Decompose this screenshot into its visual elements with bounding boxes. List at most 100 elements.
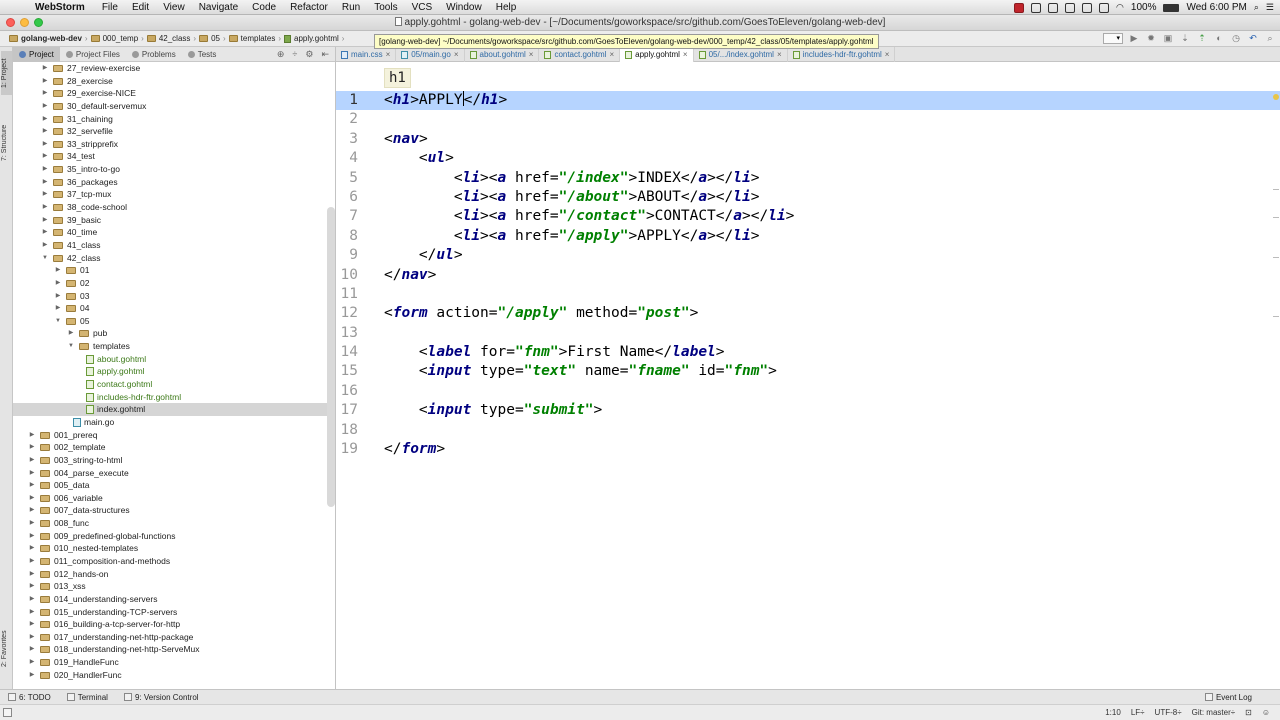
menu-navigate[interactable]: Navigate — [192, 0, 245, 15]
tree-folder[interactable]: ▶ 016_building-a-tcp-server-for-http — [13, 618, 327, 631]
code-line[interactable]: 7 <li><a href="/contact">CONTACT</a></li… — [336, 207, 1280, 226]
tree-folder[interactable]: ▶ pub — [13, 327, 327, 340]
tree-folder[interactable]: ▶ 003_string-to-html — [13, 454, 327, 467]
coverage-icon[interactable]: ▣ — [1162, 32, 1174, 44]
warning-marker[interactable] — [1273, 94, 1279, 100]
bluetooth-icon[interactable] — [1099, 2, 1110, 13]
collapse-icon[interactable]: ÷ — [292, 49, 297, 60]
tree-folder[interactable]: ▶ 011_composition-and-methods — [13, 555, 327, 568]
code-line[interactable]: 11 — [336, 285, 1280, 304]
close-icon[interactable]: × — [609, 47, 614, 62]
tree-folder[interactable]: ▶ 020_HandlerFunc — [13, 669, 327, 682]
expand-arrow-right-icon[interactable]: ▶ — [28, 517, 36, 530]
expand-arrow-right-icon[interactable]: ▶ — [41, 201, 49, 214]
tree-folder[interactable]: ▶ 018_understanding-net-http-ServeMux — [13, 643, 327, 656]
close-icon[interactable]: × — [529, 47, 534, 62]
menu-window[interactable]: Window — [439, 0, 489, 15]
expand-arrow-right-icon[interactable]: ▶ — [28, 479, 36, 492]
tree-folder[interactable]: ▶ 34_test — [13, 150, 327, 163]
expand-arrow-right-icon[interactable]: ▶ — [28, 618, 36, 631]
editor-tab-about-gohtml[interactable]: about.gohtml × — [465, 47, 540, 62]
tool-tab-todo[interactable]: 6: TODO — [0, 693, 59, 702]
code-text[interactable]: </ul> — [384, 246, 463, 265]
spotlight-icon[interactable]: ⌕ — [1254, 2, 1259, 13]
breadcrumb-item-000-temp[interactable]: 000_temp — [88, 34, 142, 43]
tree-file[interactable]: about.gohtml — [13, 353, 327, 366]
editor-tab-main-css[interactable]: main.css × — [336, 47, 397, 62]
tree-folder[interactable]: ▶ 39_basic — [13, 214, 327, 227]
editor-tab-includes-hdr-ftr-gohtml[interactable]: includes-hdr-ftr.gohtml × — [788, 47, 896, 62]
menu-code[interactable]: Code — [245, 0, 283, 15]
expand-arrow-right-icon[interactable]: ▶ — [41, 163, 49, 176]
editor-tab-05-main-go[interactable]: 05/main.go × — [396, 47, 465, 62]
tree-folder[interactable]: ▶ 36_packages — [13, 176, 327, 189]
battery-icon[interactable] — [1163, 3, 1180, 12]
panel-tab-problems[interactable]: Problems — [126, 47, 182, 62]
code-line[interactable]: 1 <h1>APPLY</h1> — [336, 91, 1280, 111]
panel-tab-project-files[interactable]: Project Files — [60, 47, 126, 62]
code-line[interactable]: 5 <li><a href="/index">INDEX</a></li> — [336, 169, 1280, 188]
menu-tools[interactable]: Tools — [367, 0, 404, 15]
tree-folder[interactable]: ▶ 009_predefined-global-functions — [13, 530, 327, 543]
expand-arrow-right-icon[interactable]: ▶ — [28, 429, 36, 442]
tree-folder[interactable]: ▶ 005_data — [13, 479, 327, 492]
panel-tab-tests[interactable]: Tests — [182, 47, 223, 62]
tree-folder[interactable]: ▼ 42_class — [13, 252, 327, 265]
expand-arrow-right-icon[interactable]: ▶ — [28, 504, 36, 517]
expand-arrow-right-icon[interactable]: ▶ — [41, 125, 49, 138]
tool-tab-project[interactable]: 1: Project — [1, 51, 12, 95]
tool-tab-favorites[interactable]: 2: Favorites — [1, 627, 12, 671]
expand-arrow-right-icon[interactable]: ▶ — [41, 75, 49, 88]
vcs-revert-icon[interactable]: ↶ — [1247, 32, 1259, 44]
tree-folder[interactable]: ▶ 015_understanding-TCP-servers — [13, 606, 327, 619]
tree-folder[interactable]: ▶ 017_understanding-net-http-package — [13, 631, 327, 644]
battery-percent[interactable]: 100% — [1131, 2, 1157, 13]
code-line[interactable]: 19 </form> — [336, 440, 1280, 459]
breadcrumb-item-golang-web-dev[interactable]: golang-web-dev — [6, 34, 85, 43]
hide-icon[interactable]: ⇤ — [321, 49, 329, 60]
tree-folder[interactable]: ▶ 012_hands-on — [13, 568, 327, 581]
stripe-mark[interactable] — [1273, 316, 1279, 317]
expand-arrow-right-icon[interactable]: ▶ — [28, 631, 36, 644]
tool-tab-event-log[interactable]: Event Log — [1197, 693, 1260, 702]
code-text[interactable]: <input type="submit"> — [384, 401, 602, 420]
expand-arrow-down-icon[interactable]: ▼ — [41, 252, 49, 265]
menu-file[interactable]: File — [95, 0, 125, 15]
menu-vcs[interactable]: VCS — [405, 0, 440, 15]
menu-refactor[interactable]: Refactor — [283, 0, 335, 15]
tree-folder[interactable]: ▶ 004_parse_execute — [13, 467, 327, 480]
tree-folder[interactable]: ▶ 006_variable — [13, 492, 327, 505]
tree-folder[interactable]: ▶ 40_time — [13, 226, 327, 239]
expand-arrow-right-icon[interactable]: ▶ — [41, 188, 49, 201]
file-encoding[interactable]: UTF-8÷ — [1155, 708, 1182, 717]
close-icon[interactable]: × — [454, 47, 459, 62]
expand-arrow-down-icon[interactable]: ▼ — [54, 315, 62, 328]
stripe-mark[interactable] — [1273, 217, 1279, 218]
close-icon[interactable]: × — [683, 47, 688, 62]
breadcrumb-item-05[interactable]: 05 — [196, 34, 223, 43]
tree-folder[interactable]: ▶ 28_exercise — [13, 75, 327, 88]
expand-arrow-right-icon[interactable]: ▶ — [41, 150, 49, 163]
code-line[interactable]: 16 — [336, 382, 1280, 401]
tool-tab-structure[interactable]: 7: Structure — [1, 117, 12, 169]
expand-arrow-right-icon[interactable]: ▶ — [54, 264, 62, 277]
menu-run[interactable]: Run — [335, 0, 367, 15]
expand-arrow-right-icon[interactable]: ▶ — [28, 580, 36, 593]
tree-folder[interactable]: ▶ 013_xss — [13, 580, 327, 593]
debug-icon[interactable]: ✹ — [1145, 32, 1157, 44]
expand-arrow-right-icon[interactable]: ▶ — [28, 643, 36, 656]
tree-folder[interactable]: ▶ 37_tcp-mux — [13, 188, 327, 201]
tree-folder[interactable]: ▶ 38_code-school — [13, 201, 327, 214]
menu-help[interactable]: Help — [489, 0, 524, 15]
code-text[interactable]: <li><a href="/apply">APPLY</a></li> — [384, 227, 760, 246]
tree-folder[interactable]: ▼ 05 — [13, 315, 327, 328]
menu-view[interactable]: View — [156, 0, 192, 15]
code-text[interactable]: </form> — [384, 440, 445, 459]
expand-arrow-right-icon[interactable]: ▶ — [28, 606, 36, 619]
tree-folder[interactable]: ▶ 010_nested-templates — [13, 542, 327, 555]
expand-arrow-right-icon[interactable]: ▶ — [41, 239, 49, 252]
expand-arrow-right-icon[interactable]: ▶ — [28, 467, 36, 480]
code-text[interactable]: <ul> — [384, 149, 454, 168]
vcs-branch[interactable]: Git: master÷ — [1192, 708, 1236, 717]
expand-arrow-right-icon[interactable]: ▶ — [28, 656, 36, 669]
